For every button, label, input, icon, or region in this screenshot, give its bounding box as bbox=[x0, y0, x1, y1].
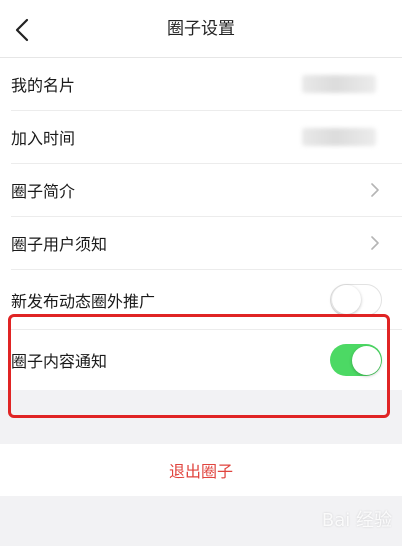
top-bar: 圈子设置 bbox=[0, 0, 402, 58]
watermark: Bai 经验 bbox=[321, 510, 392, 531]
settings-row-join-time: 加入时间 bbox=[11, 111, 402, 164]
toggle-knob bbox=[351, 345, 381, 375]
promote-new-posts-toggle[interactable] bbox=[330, 283, 382, 316]
toggle-knob bbox=[332, 285, 361, 314]
settings-row-promote-new-posts: 新发布动态圈外推广 bbox=[11, 270, 402, 330]
chevron-left-icon bbox=[15, 18, 29, 42]
settings-row-my-card[interactable]: 我的名片 bbox=[11, 58, 402, 111]
row-label: 加入时间 bbox=[11, 129, 76, 148]
exit-section: 退出圈子 bbox=[0, 444, 402, 496]
exit-circle-button[interactable]: 退出圈子 bbox=[169, 458, 233, 482]
row-label: 新发布动态圈外推广 bbox=[11, 291, 156, 311]
settings-list: 我的名片 加入时间 圈子简介 圈子用户须知 新发布动态圈外推广 圈子内容通知 bbox=[0, 58, 402, 390]
chevron-right-icon bbox=[371, 236, 379, 250]
settings-row-user-notice[interactable]: 圈子用户须知 bbox=[11, 217, 402, 270]
blurred-value bbox=[302, 128, 376, 146]
row-label: 圈子内容通知 bbox=[11, 352, 108, 371]
row-label: 圈子简介 bbox=[11, 182, 76, 201]
settings-row-circle-intro[interactable]: 圈子简介 bbox=[11, 164, 402, 217]
row-label: 我的名片 bbox=[11, 76, 76, 95]
content-notification-toggle[interactable] bbox=[330, 344, 382, 376]
page-title: 圈子设置 bbox=[167, 19, 235, 39]
chevron-right-icon bbox=[371, 183, 379, 197]
blurred-value bbox=[302, 75, 376, 93]
back-button[interactable] bbox=[6, 12, 38, 48]
row-label: 圈子用户须知 bbox=[11, 235, 108, 254]
settings-row-content-notification: 圈子内容通知 bbox=[11, 330, 402, 390]
